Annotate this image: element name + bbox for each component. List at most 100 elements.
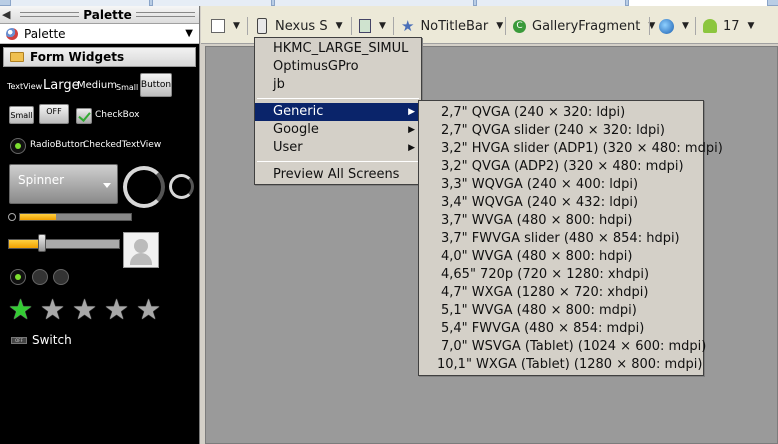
- category-label: Form Widgets: [30, 50, 125, 64]
- generic-device-item[interactable]: 2,7" QVGA slider (240 × 320: ldpi): [419, 122, 703, 140]
- palette-title-bar: ◀ Palette: [0, 6, 199, 24]
- switch-widget-label[interactable]: Switch: [32, 333, 72, 347]
- chevron-down-icon: ▼: [233, 21, 240, 31]
- submenu-arrow-icon: ▶: [408, 107, 415, 117]
- radiobutton-widget-label[interactable]: RadioButton: [30, 140, 85, 150]
- rating-star-icon[interactable]: ★: [40, 296, 65, 324]
- generic-device-item[interactable]: 4,7" WXGA (1280 × 720: xhdpi): [419, 284, 703, 302]
- rating-star-icon[interactable]: ★: [136, 296, 161, 324]
- radio-on-icon[interactable]: [10, 269, 26, 285]
- toolbar-separator: [505, 17, 506, 35]
- generic-devices-submenu: 2,7" QVGA (240 × 320: ldpi) 2,7" QVGA sli…: [418, 100, 723, 376]
- generic-device-item[interactable]: 4,65" 720p (720 × 1280: xhdpi): [419, 266, 703, 284]
- spinner-widget[interactable]: Spinner: [9, 164, 118, 204]
- chevron-down-icon: ▼: [682, 21, 689, 31]
- small-text-widget[interactable]: Small: [116, 83, 138, 92]
- device-menu-item[interactable]: OptimusGPro: [255, 58, 421, 76]
- device-dropdown[interactable]: Nexus S ▼: [257, 16, 343, 36]
- palette-panel: ◀ Palette Palette ▼ Form Widgets TextVie…: [0, 6, 200, 444]
- switch-toggle[interactable]: OFF: [11, 337, 27, 344]
- progress-ring-medium: [169, 174, 194, 199]
- palette-header[interactable]: Palette ▼: [0, 24, 199, 44]
- radio-off-icon[interactable]: [53, 269, 69, 285]
- generic-device-item[interactable]: 3,7" WVGA (480 × 800: hdpi): [419, 212, 703, 230]
- submenu-label: Generic: [273, 104, 324, 119]
- chevron-down-icon: ▼: [496, 21, 504, 31]
- device-submenu-google[interactable]: Google ▶: [255, 121, 421, 139]
- textview-widget[interactable]: TextView: [7, 82, 42, 91]
- large-text-widget[interactable]: Large: [43, 78, 80, 93]
- device-submenu-user[interactable]: User ▶: [255, 139, 421, 157]
- rotate-icon: [359, 19, 371, 33]
- drag-grip[interactable]: [135, 12, 195, 17]
- menu-separator: [257, 98, 419, 99]
- activity-dropdown[interactable]: C GalleryFragment ▼: [513, 16, 655, 36]
- android-icon: [703, 19, 717, 33]
- submenu-arrow-icon: ▶: [408, 125, 415, 135]
- medium-text-widget[interactable]: Medium: [77, 80, 117, 91]
- activity-icon: C: [513, 19, 526, 33]
- generic-device-item[interactable]: 7,0" WSVGA (Tablet) (1024 × 600: mdpi): [419, 338, 706, 356]
- switch-toggle-label: OFF: [15, 338, 23, 343]
- seek-bar[interactable]: [8, 239, 120, 249]
- orientation-dropdown[interactable]: ▼: [359, 16, 386, 36]
- generic-device-item[interactable]: 5,1" WVGA (480 × 800: mdpi): [419, 302, 703, 320]
- config-icon: [211, 19, 225, 33]
- progress-bar: [19, 213, 132, 221]
- radio-off-icon[interactable]: [32, 269, 48, 285]
- device-label: Nexus S: [275, 18, 328, 34]
- device-menu-item[interactable]: jb: [255, 76, 421, 94]
- quick-contact-badge[interactable]: [123, 232, 159, 268]
- collapse-left-icon[interactable]: ◀: [2, 8, 16, 21]
- button-widget[interactable]: Button: [140, 73, 172, 97]
- star-icon: ★: [401, 17, 415, 35]
- generic-device-item[interactable]: 4,0" WVGA (480 × 800: hdpi): [419, 248, 703, 266]
- generic-device-item[interactable]: 3,3" WQVGA (240 × 400: ldpi): [419, 176, 703, 194]
- rating-star-icon[interactable]: ★: [8, 296, 33, 324]
- generic-device-item[interactable]: 3,7" FWVGA slider (480 × 854: hdpi): [419, 230, 703, 248]
- toolbar-separator: [695, 17, 696, 35]
- device-submenu-generic[interactable]: Generic ▶: [255, 103, 421, 121]
- seek-bar-thumb[interactable]: [37, 234, 46, 252]
- api-level-label: 17: [723, 18, 740, 34]
- person-icon: [134, 239, 148, 253]
- chevron-down-icon: ▼: [379, 21, 386, 31]
- small-button-widget[interactable]: Small: [9, 106, 34, 124]
- checkedtextview-widget[interactable]: CheckedTextView: [83, 140, 161, 150]
- chevron-down-icon: ▼: [747, 21, 755, 31]
- config-dropdown[interactable]: ▼: [211, 16, 240, 36]
- globe-icon: [659, 18, 674, 34]
- submenu-label: Google: [273, 122, 319, 137]
- drag-grip[interactable]: [20, 12, 80, 17]
- rating-star-icon[interactable]: ★: [104, 296, 129, 324]
- checkbox-widget-label[interactable]: CheckBox: [95, 110, 139, 120]
- generic-device-item[interactable]: 2,7" QVGA (240 × 320: ldpi): [419, 104, 703, 122]
- phone-icon: [257, 18, 267, 34]
- toolbar-separator: [393, 17, 394, 35]
- toolbar-separator: [351, 17, 352, 35]
- theme-dropdown[interactable]: ★ NoTitleBar ▼: [401, 16, 503, 36]
- generic-device-item[interactable]: 3,2" HVGA slider (ADP1) (320 × 480: mdpi…: [419, 140, 723, 158]
- generic-device-item[interactable]: 3,2" QVGA (ADP2) (320 × 480: mdpi): [419, 158, 703, 176]
- toggle-button-widget[interactable]: OFF: [39, 104, 69, 124]
- generic-device-item[interactable]: 3,4" WQVGA (240 × 432: ldpi): [419, 194, 703, 212]
- toolbar-separator: [649, 17, 650, 35]
- chevron-down-icon[interactable]: ▼: [185, 28, 193, 39]
- device-menu-item[interactable]: HKMC_LARGE_SIMUL: [255, 40, 421, 58]
- palette-header-label: Palette: [24, 26, 66, 41]
- api-level-dropdown[interactable]: 17 ▼: [703, 16, 754, 36]
- form-widgets-category[interactable]: Form Widgets: [3, 47, 196, 67]
- folder-icon: [10, 52, 24, 62]
- generic-device-item[interactable]: 5,4" FWVGA (480 × 854: mdpi): [419, 320, 703, 338]
- locale-dropdown[interactable]: ▼: [659, 16, 689, 36]
- checkbox-icon[interactable]: [76, 108, 92, 124]
- palette-icon: [6, 27, 18, 40]
- generic-device-item[interactable]: 10,1" WXGA (Tablet) (1280 × 800: mdpi): [419, 356, 703, 374]
- radiobutton-icon[interactable]: [10, 138, 26, 154]
- preview-all-screens[interactable]: Preview All Screens: [255, 166, 421, 184]
- rating-star-icon[interactable]: ★: [72, 296, 97, 324]
- chevron-down-icon: ▼: [335, 21, 343, 31]
- chevron-down-icon: [103, 183, 111, 188]
- activity-label: GalleryFragment: [532, 18, 641, 34]
- device-menu: HKMC_LARGE_SIMUL OptimusGPro jb Generic ▶…: [254, 37, 422, 185]
